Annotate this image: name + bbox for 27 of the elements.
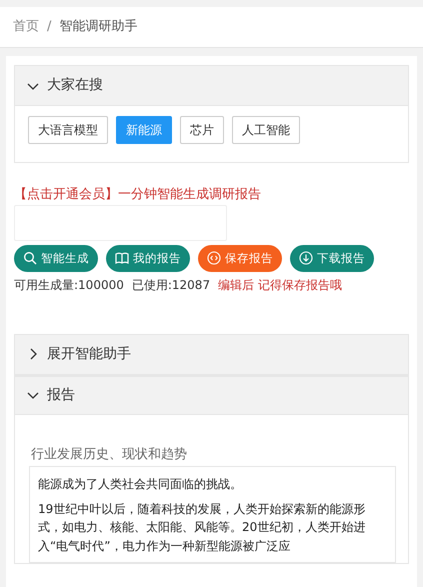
report-heading: 行业发展历史、现状和趋势 [30, 446, 188, 464]
panel-title: 报告 [47, 386, 75, 405]
breadcrumb-current: 智能调研助手 [59, 18, 138, 36]
report-paragraph: 能源成为了人类社会共同面临的挑战。 [38, 476, 243, 494]
action-button[interactable]: 下载报告 [290, 244, 374, 272]
panel-header[interactable]: 大家在搜 [15, 66, 408, 106]
download-icon [299, 251, 313, 266]
promo-link[interactable]: 【点击开通会员】一分钟智能生成调研报告 [14, 185, 409, 204]
book-icon [115, 251, 129, 266]
search-icon [23, 251, 37, 266]
action-button[interactable]: 我的报告 [106, 244, 190, 272]
code-icon [207, 251, 221, 266]
breadcrumb-separator: / [47, 18, 52, 36]
tag-button[interactable]: 人工智能 [232, 116, 300, 144]
tag-button[interactable]: 大语言模型 [28, 116, 108, 144]
panel-title: 展开智能助手 [47, 344, 131, 364]
panel-header[interactable]: 展开智能助手 [15, 334, 408, 375]
panel-title: 大家在搜 [47, 76, 103, 95]
notice-text: 编辑后 记得保存报告哦 [218, 276, 342, 294]
usage-text: 已使用:12087 [132, 276, 210, 294]
action-button[interactable]: 智能生成 [14, 244, 98, 272]
tag-button[interactable]: 芯片 [180, 116, 224, 144]
report-paragraph: 19世纪中叶以后，随着科技的发展，人类开始探索新的能源形式，如电力、核能、太阳能、风能等。20世纪初，人类开始进入“电气时代”，电力作为一种新型能源被广泛应 [38, 500, 366, 556]
breadcrumb-link[interactable]: 首页 [13, 17, 39, 37]
quota-text: 可用生成量:100000 [14, 276, 124, 294]
report-text-area[interactable]: 能源成为了人类社会共同面临的挑战。 19世纪中叶以后，随着科技的发展，人类开始探索新的能源形式，如电力、核能、太阳能、风能等。20世纪初，人类开始进入“电气时代”，电力作为一种新型能源被广泛应 [29, 466, 396, 563]
panel-header[interactable]: 报告 [15, 374, 408, 415]
